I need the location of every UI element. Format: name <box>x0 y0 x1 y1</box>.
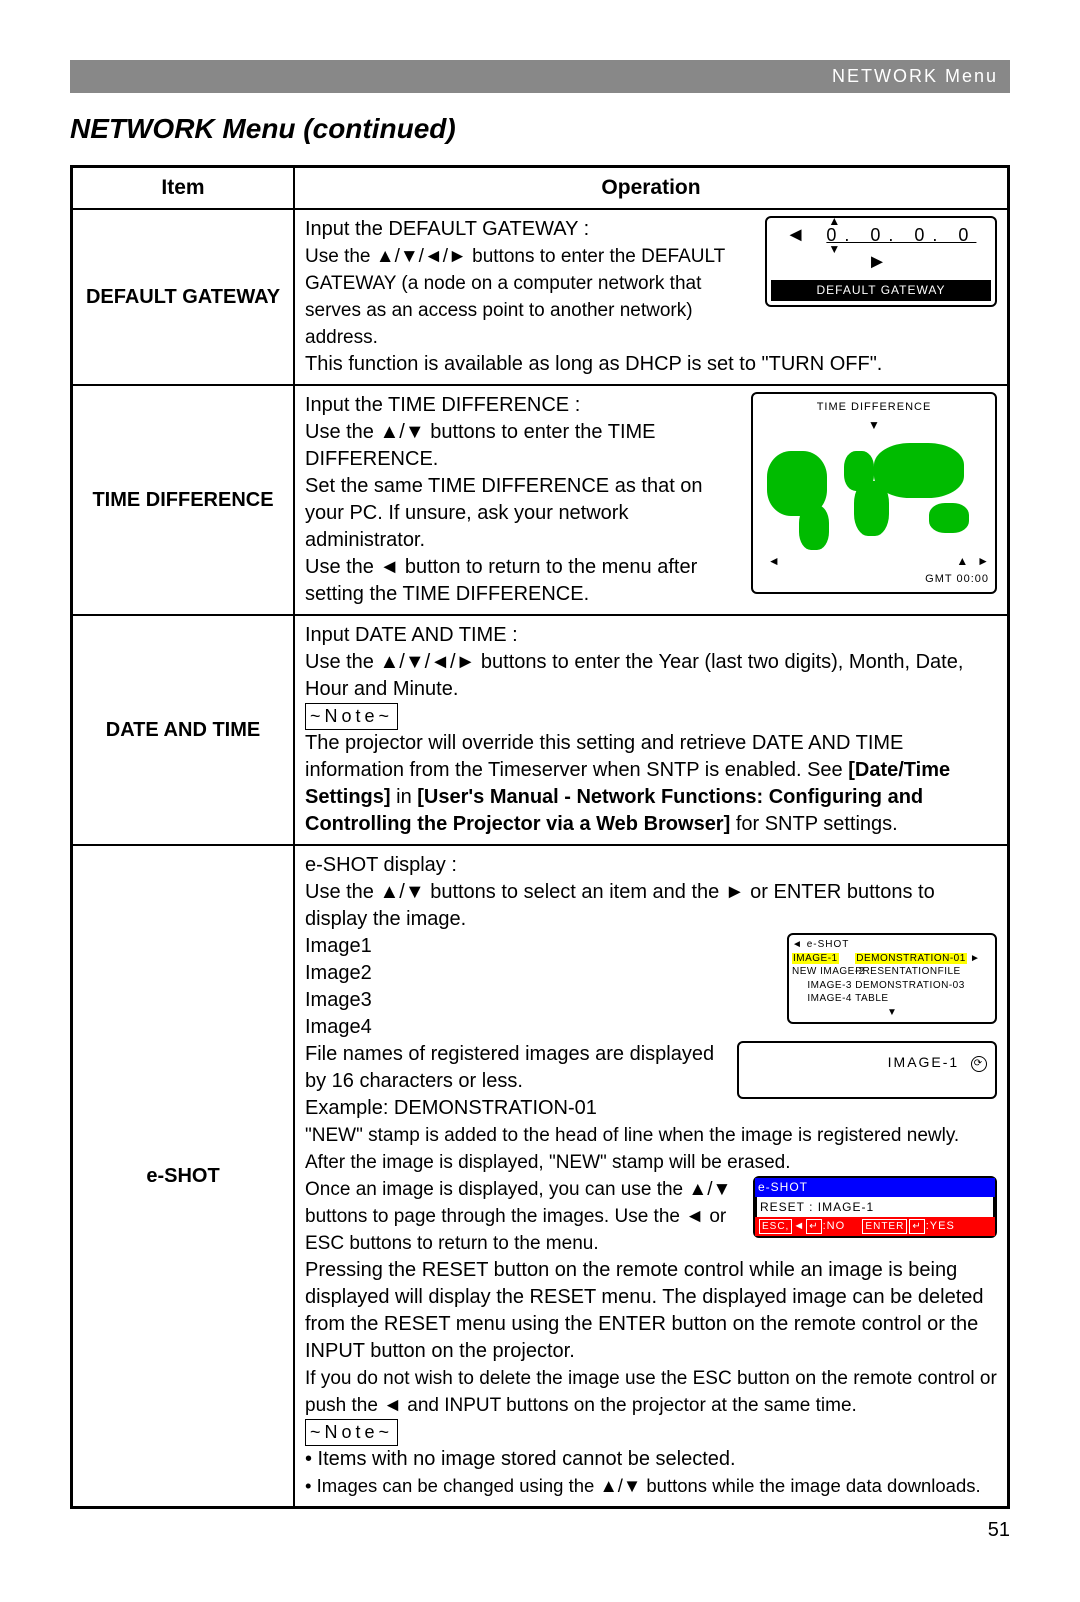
page-number: 51 <box>70 1519 1010 1542</box>
bullet-text: • Images can be changed using the <box>305 1475 599 1496</box>
col-item-header: Item <box>72 167 295 210</box>
up-icon <box>688 1179 707 1200</box>
down-icon <box>623 1475 641 1496</box>
left-icon <box>424 246 443 267</box>
note-label: ~Note~ <box>305 703 398 729</box>
illustration-gateway: ◄ ▲0. 0. 0. 0▼ ► DEFAULT GATEWAY <box>765 216 997 306</box>
text: Input DATE AND TIME : <box>305 624 518 646</box>
item-eshot: e-SHOT <box>72 845 295 1508</box>
image-list-item: Image3 <box>305 989 372 1011</box>
list-item: DEMONSTRATION-03 <box>855 980 965 991</box>
item-date-and-time: DATE AND TIME <box>72 615 295 845</box>
up-icon <box>376 246 395 267</box>
image-list-item: Image2 <box>305 962 372 984</box>
text: The projector will override this setting… <box>305 732 903 781</box>
enter-label: ENTER <box>862 1219 907 1235</box>
text: File names of registered images are disp… <box>305 1043 714 1092</box>
note-label: ~Note~ <box>305 1419 398 1445</box>
col-operation-header: Operation <box>294 167 1009 210</box>
list-item: PRESENTATIONFILE <box>855 966 960 977</box>
reset-bar: e-SHOT <box>755 1178 995 1196</box>
op-default-gateway: ◄ ▲0. 0. 0. 0▼ ► DEFAULT GATEWAY Input t… <box>294 209 1009 385</box>
reset-line: RESET : IMAGE-1 <box>755 1197 995 1217</box>
gateway-ill-label: DEFAULT GATEWAY <box>771 280 991 300</box>
image-list-item: Image4 <box>305 1016 372 1038</box>
yes-label: :YES <box>926 1220 955 1232</box>
text: for SNTP settings. <box>730 813 897 835</box>
list-item: IMAGE-1 <box>792 953 839 964</box>
esc-label: ESC, <box>759 1219 792 1235</box>
text: Use the <box>305 881 379 903</box>
left-icon <box>430 651 450 673</box>
no-label: :NO <box>823 1220 846 1232</box>
list-item: NEW IMAGE-2 <box>792 965 852 979</box>
gateway-ip-value: 0. 0. 0. 0 <box>826 225 976 245</box>
text: Use the <box>305 651 379 673</box>
up-icon <box>379 421 399 443</box>
item-time-difference: TIME DIFFERENCE <box>72 385 295 615</box>
up-icon <box>599 1475 617 1496</box>
text: "NEW" stamp is added to the head of line… <box>305 1125 959 1173</box>
text: Use the <box>305 556 379 578</box>
illustration-eshot-list: ◄ e-SHOT IMAGE-1 DEMONSTRATION-01 ► NEW … <box>787 933 997 1024</box>
eshot-list-header: e-SHOT <box>807 939 850 950</box>
gmt-value: GMT 00:00 <box>759 572 989 587</box>
right-icon <box>448 246 467 267</box>
down-icon <box>400 246 419 267</box>
world-map-icon <box>759 433 979 553</box>
text: Pressing the RESET button on the remote … <box>305 1259 984 1362</box>
item-default-gateway: DEFAULT GATEWAY <box>72 209 295 385</box>
text: This function is available as long as DH… <box>305 353 882 375</box>
text: Example: DEMONSTRATION-01 <box>305 1097 597 1119</box>
text: Use the <box>305 421 379 443</box>
text: buttons to enter the Year (last two digi… <box>305 651 963 700</box>
right-icon <box>456 651 476 673</box>
image1-label: IMAGE-1 <box>888 1054 960 1070</box>
bullet-text: • Items with no image stored cannot be s… <box>305 1448 736 1470</box>
illustration-world: TIME DIFFERENCE ▼ ◄ ▲ ► GMT 00:00 <box>751 392 997 594</box>
op-eshot: e-SHOT display : Use the / buttons to se… <box>294 845 1009 1508</box>
op-time-difference: TIME DIFFERENCE ▼ ◄ ▲ ► GMT 00:00 Input … <box>294 385 1009 615</box>
menu-table: Item Operation DEFAULT GATEWAY ◄ ▲0. 0. … <box>70 165 1010 1509</box>
right-icon <box>725 881 745 903</box>
world-ill-title: TIME DIFFERENCE <box>759 400 989 415</box>
text: Input the DEFAULT GATEWAY : <box>305 218 589 240</box>
page-title: NETWORK Menu (continued) <box>70 113 1010 145</box>
left-icon <box>383 1395 402 1416</box>
down-icon <box>713 1179 732 1200</box>
down-icon <box>405 421 425 443</box>
bullet-text: buttons while the image data downloads. <box>641 1475 980 1496</box>
header-breadcrumb: NETWORK Menu <box>70 60 1010 93</box>
image-list-item: Image1 <box>305 935 372 957</box>
text: Once an image is displayed, you can use … <box>305 1179 688 1200</box>
illustration-image1: IMAGE-1 ⟳ <box>737 1041 997 1099</box>
text: in <box>391 786 418 808</box>
left-icon <box>379 556 399 578</box>
op-date-and-time: Input DATE AND TIME : Use the /// button… <box>294 615 1009 845</box>
text: and INPUT buttons on the projector at th… <box>402 1395 857 1416</box>
text: buttons to select an item and the <box>425 881 725 903</box>
illustration-reset: e-SHOT RESET : IMAGE-1 ESC,◄↵:NO ENTER↵:… <box>753 1176 997 1238</box>
left-icon <box>685 1206 704 1227</box>
down-icon <box>405 881 425 903</box>
text: Set the same TIME DIFFERENCE as that on … <box>305 475 703 551</box>
down-icon <box>405 651 425 673</box>
list-item: DEMONSTRATION-01 <box>855 953 967 964</box>
text: e-SHOT display : <box>305 854 457 876</box>
text: Use the <box>305 246 376 267</box>
up-icon <box>379 651 399 673</box>
text: buttons to page through the images. Use … <box>305 1206 685 1227</box>
up-icon <box>379 881 399 903</box>
list-item: IMAGE-3 <box>792 979 852 993</box>
list-item: IMAGE-4 <box>792 992 852 1006</box>
list-item: TABLE <box>855 993 888 1004</box>
text: Input the TIME DIFFERENCE : <box>305 394 580 416</box>
